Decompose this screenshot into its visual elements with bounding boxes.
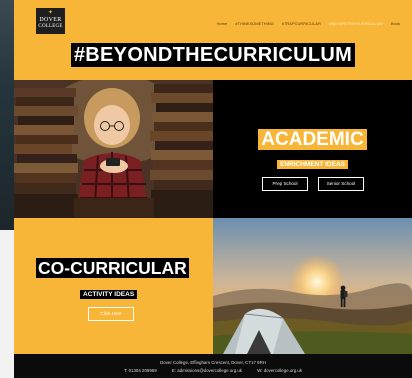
footer-email[interactable]: E: admissions@dovercollege.org.uk (172, 368, 242, 373)
cocurricular-heading: CO-CURRICULAR (36, 257, 189, 279)
click-here-button[interactable]: Click Here (88, 307, 134, 321)
top-nav: Home #THINKSOMETHING #TRAPCURRICULAR #BE… (217, 21, 400, 26)
academic-heading: ACADEMIC (213, 129, 412, 151)
footer-phone[interactable]: T: 01304 205969 (124, 368, 157, 373)
senior-school-button[interactable]: Senior School (318, 177, 364, 191)
nav-book[interactable]: Book (391, 21, 400, 26)
academic-subheading: ENRICHMENT IDEAS (213, 153, 412, 171)
prep-school-button[interactable]: Prep School (262, 177, 308, 191)
nav-trapcurricular[interactable]: #TRAPCURRICULAR (282, 21, 321, 26)
cocurricular-title: CO-CURRICULAR (36, 258, 189, 278)
footer: Dover College, Effingham Crescent, Dover… (14, 354, 412, 378)
cocurricular-subheading: ACTIVITY IDEAS (80, 283, 138, 301)
academic-title: ACADEMIC (258, 129, 367, 150)
college-logo[interactable]: ✦ DOVER COLLEGE (36, 8, 65, 34)
hero-hashtag: #BEYONDTHECURRICULUM (14, 43, 412, 67)
page: ✦ DOVER COLLEGE Home #THINKSOMETHING #TR… (14, 0, 412, 378)
nav-home[interactable]: Home (217, 21, 228, 26)
logo-line-1: DOVER (39, 17, 62, 23)
academic-subtitle: ENRICHMENT IDEAS (276, 160, 348, 169)
crest-icon: ✦ (47, 10, 54, 16)
nav-beyondthecurriculum[interactable]: #BEYONDTHECURRICULUM (329, 21, 383, 26)
student-reading-image (14, 80, 213, 218)
logo-line-2: COLLEGE (38, 24, 63, 29)
footer-address: Dover College, Effingham Crescent, Dover… (160, 360, 266, 365)
footer-web[interactable]: W: dovercollege.org.uk (257, 368, 302, 373)
camping-sunset-image (213, 218, 412, 354)
cocurricular-subtitle: ACTIVITY IDEAS (80, 290, 138, 299)
cocurricular-panel: CO-CURRICULAR ACTIVITY IDEAS Click Here (14, 218, 213, 354)
footer-contacts: T: 01304 205969 E: admissions@dovercolle… (14, 368, 412, 373)
nav-thinksomething[interactable]: #THINKSOMETHING (235, 21, 273, 26)
hashtag-title: #BEYONDTHECURRICULUM (70, 43, 356, 67)
background-strip (0, 0, 14, 230)
academic-panel: ACADEMIC ENRICHMENT IDEAS Prep School Se… (213, 80, 412, 218)
hero-header: ✦ DOVER COLLEGE Home #THINKSOMETHING #TR… (14, 0, 412, 80)
